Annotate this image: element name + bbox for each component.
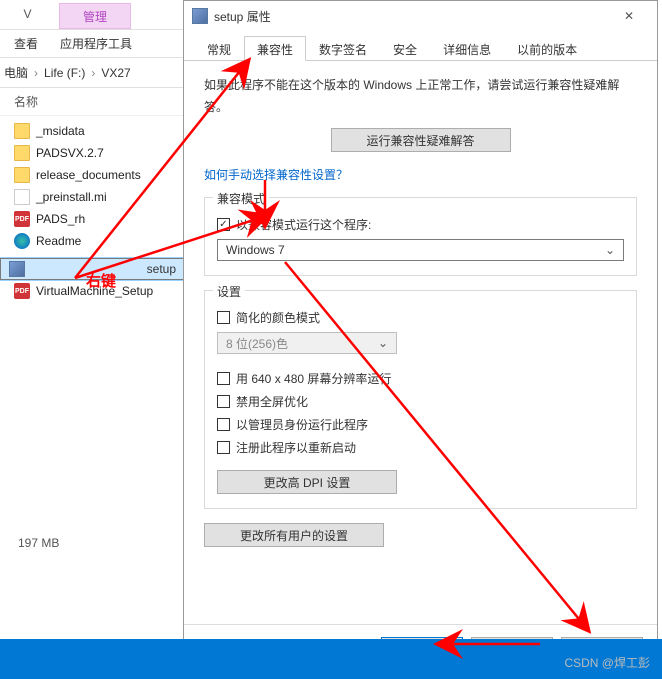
checkbox-label: 禁用全屏优化 [236,393,308,410]
checkbox-register-restart[interactable] [217,441,230,454]
checkbox-run-admin[interactable] [217,418,230,431]
bc-folder[interactable]: VX27 [101,66,130,80]
setup-icon [192,8,208,24]
chevron-right-icon: › [28,66,44,80]
dialog-title: setup 属性 [214,8,271,25]
list-item[interactable]: PADSVX.2.7 [0,142,185,164]
pdf-icon: PDF [14,211,30,227]
file-name: release_documents [36,168,141,182]
ribbon-v[interactable]: V [0,0,55,29]
close-button[interactable]: ✕ [609,2,649,30]
file-name: PADS_rh [36,212,85,226]
description-text: 如果此程序不能在这个版本的 Windows 上正常工作，请尝试运行兼容性疑难解答… [204,75,637,118]
list-item[interactable]: PDF PADS_rh [0,208,185,230]
group-settings: 设置 简化的颜色模式 8 位(256)色 ⌄ 用 640 x 480 屏幕分辨率… [204,290,637,509]
troubleshoot-button[interactable]: 运行兼容性疑难解答 [331,128,511,152]
checkbox-label: 简化的颜色模式 [236,309,320,326]
checkbox-label: 用 640 x 480 屏幕分辨率运行 [236,370,391,387]
checkbox-reduced-color[interactable] [217,311,230,324]
chevron-down-icon: ⌄ [605,243,615,257]
tab-general[interactable]: 常规 [194,36,244,61]
select-value: Windows 7 [226,243,285,257]
breadcrumb[interactable]: 电脑› Life (F:)› VX27 [0,58,185,88]
properties-dialog: setup 属性 ✕ 常规 兼容性 数字签名 安全 详细信息 以前的版本 如果此… [183,0,658,673]
list-item[interactable]: release_documents [0,164,185,186]
tab-compatibility[interactable]: 兼容性 [244,36,306,61]
explorer-window: V 管理 查看 应用程序工具 电脑› Life (F:)› VX27 名称 _m… [0,0,185,600]
select-value: 8 位(256)色 [226,335,288,352]
file-name: _msidata [36,124,85,138]
pdf-icon: PDF [14,283,30,299]
tab-signatures[interactable]: 数字签名 [306,36,380,61]
menu-view[interactable]: 查看 [14,35,38,52]
file-name: Readme [36,234,81,248]
tab-security[interactable]: 安全 [380,36,430,61]
list-item[interactable]: Readme [0,230,185,252]
tab-details[interactable]: 详细信息 [430,36,504,61]
file-icon [14,189,30,205]
menu-app-tools[interactable]: 应用程序工具 [60,35,132,52]
bc-drive[interactable]: Life (F:) [44,66,85,80]
ribbon-manage[interactable]: 管理 [59,3,131,29]
folder-icon [14,123,30,139]
checkbox-compat-mode[interactable] [217,218,230,231]
group-label: 兼容模式 [213,190,269,207]
column-header-name[interactable]: 名称 [0,88,185,116]
menubar: 查看 应用程序工具 [0,30,185,58]
tab-previous[interactable]: 以前的版本 [504,36,590,61]
dialog-body: 如果此程序不能在这个版本的 Windows 上正常工作，请尝试运行兼容性疑难解答… [184,61,657,561]
checkbox-label: 以管理员身份运行此程序 [236,416,368,433]
compat-os-select[interactable]: Windows 7 ⌄ [217,239,624,261]
bc-computer[interactable]: 电脑 [4,64,28,81]
tab-strip: 常规 兼容性 数字签名 安全 详细信息 以前的版本 [184,35,657,61]
status-bar: 197 MB [18,536,59,550]
taskbar[interactable] [0,639,662,679]
group-compat-mode: 兼容模式 以兼容模式运行这个程序: Windows 7 ⌄ [204,197,637,276]
file-name: _preinstall.mi [36,190,107,204]
checkbox-label: 注册此程序以重新启动 [236,439,356,456]
folder-icon [14,145,30,161]
help-link[interactable]: 如何手动选择兼容性设置？ [204,166,637,183]
all-users-button[interactable]: 更改所有用户的设置 [204,523,384,547]
color-depth-select: 8 位(256)色 ⌄ [217,332,397,354]
checkbox-640x480[interactable] [217,372,230,385]
edge-icon [14,233,30,249]
list-item[interactable]: _preinstall.mi [0,186,185,208]
file-name: PADSVX.2.7 [36,146,104,160]
checkbox-disable-fullscreen[interactable] [217,395,230,408]
file-name: setup [147,262,176,276]
setup-icon [9,261,25,277]
dialog-titlebar[interactable]: setup 属性 ✕ [184,1,657,31]
chevron-right-icon: › [85,66,101,80]
group-label: 设置 [213,283,245,300]
list-item[interactable]: _msidata [0,120,185,142]
dpi-settings-button[interactable]: 更改高 DPI 设置 [217,470,397,494]
chevron-down-icon: ⌄ [378,336,388,350]
folder-icon [14,167,30,183]
watermark: CSDN @焊工彭 [564,654,650,671]
annotation-rightclick: 右键 [86,270,116,291]
checkbox-label: 以兼容模式运行这个程序: [236,216,371,233]
ribbon: V 管理 [0,0,185,30]
